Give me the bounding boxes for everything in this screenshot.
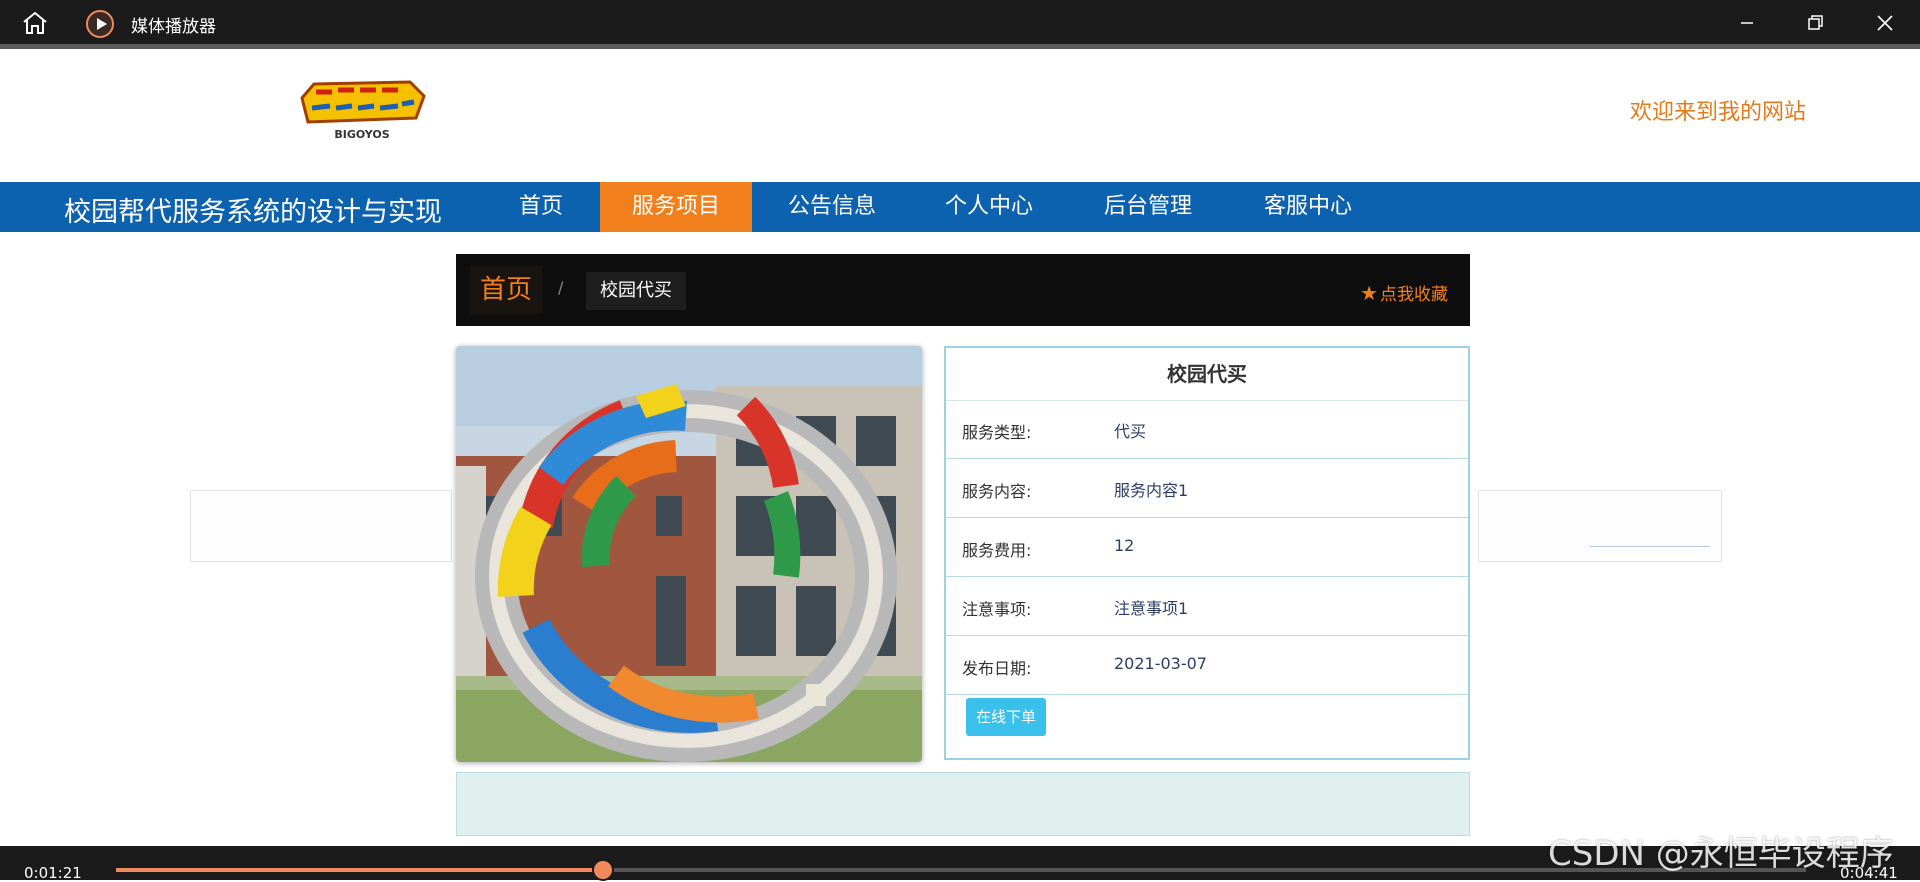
restore-icon[interactable] — [1800, 10, 1830, 36]
breadcrumb: 首页 / 校园代买 ★ 点我收藏 — [456, 254, 1470, 326]
breadcrumb-current: 校园代买 — [586, 272, 686, 310]
title-divider — [0, 44, 1920, 49]
nav-item-services[interactable]: 服务项目 — [600, 182, 752, 232]
background-divider — [1590, 546, 1710, 547]
watermark-text: CSDN @永恒毕设程序 — [1548, 834, 1894, 874]
site-logo[interactable]: BIGOYOS — [294, 78, 430, 146]
background-panel-right — [1478, 490, 1722, 562]
current-time: 0:01:21 — [24, 864, 82, 882]
service-detail-panel: 校园代买 服务类型: 代买 服务内容: 服务内容1 服务费用: 12 注意事项:… — [944, 346, 1470, 760]
nav-item-announcements[interactable]: 公告信息 — [756, 182, 908, 232]
seek-bar-thumb[interactable] — [594, 861, 613, 879]
seek-bar-progress — [116, 868, 604, 872]
nav-item-profile[interactable]: 个人中心 — [912, 182, 1066, 232]
comment-section — [456, 772, 1470, 836]
detail-row-fee: 服务费用: 12 — [946, 518, 1468, 577]
nav-item-home[interactable]: 首页 — [486, 182, 596, 232]
detail-value: 12 — [1114, 536, 1135, 555]
breadcrumb-separator: / — [558, 278, 564, 297]
player-title-bar: 媒体播放器 — [0, 0, 1920, 44]
detail-value: 代买 — [1114, 422, 1147, 441]
star-icon: ★ — [1360, 281, 1378, 305]
service-title: 校园代买 — [946, 348, 1468, 401]
detail-value: 2021-03-07 — [1114, 654, 1207, 673]
nav-item-customer-service[interactable]: 客服中心 — [1230, 182, 1386, 232]
detail-label: 发布日期: — [962, 659, 1032, 678]
player-title: 媒体播放器 — [131, 17, 216, 37]
order-online-button[interactable]: 在线下单 — [966, 698, 1046, 736]
detail-value: 注意事项1 — [1114, 599, 1189, 618]
detail-row-notes: 注意事项: 注意事项1 — [946, 577, 1468, 636]
logo-text: BIGOYOS — [334, 128, 389, 141]
welcome-text: 欢迎来到我的网站 — [1630, 100, 1807, 125]
favorite-button[interactable]: ★ 点我收藏 — [1360, 280, 1448, 305]
home-icon[interactable] — [20, 10, 50, 36]
detail-label: 注意事项: — [962, 600, 1032, 619]
close-icon[interactable] — [1870, 10, 1900, 36]
detail-value: 服务内容1 — [1114, 481, 1189, 500]
detail-row-date: 发布日期: 2021-03-07 — [946, 636, 1468, 695]
service-image — [456, 346, 922, 762]
detail-label: 服务费用: — [962, 541, 1032, 560]
background-panel-left — [190, 490, 452, 562]
detail-label: 服务内容: — [962, 482, 1032, 501]
detail-row-content: 服务内容: 服务内容1 — [946, 459, 1468, 518]
detail-label: 服务类型: — [962, 423, 1032, 442]
main-navbar: 校园帮代服务系统的设计与实现 首页 服务项目 公告信息 个人中心 后台管理 客服… — [0, 182, 1920, 232]
nav-item-admin[interactable]: 后台管理 — [1070, 182, 1226, 232]
detail-row-type: 服务类型: 代买 — [946, 400, 1468, 459]
favorite-label: 点我收藏 — [1380, 285, 1448, 305]
minimize-icon[interactable] — [1732, 10, 1762, 36]
play-circle-icon — [86, 10, 114, 38]
site-title: 校园帮代服务系统的设计与实现 — [64, 197, 442, 228]
breadcrumb-home[interactable]: 首页 — [470, 266, 543, 314]
